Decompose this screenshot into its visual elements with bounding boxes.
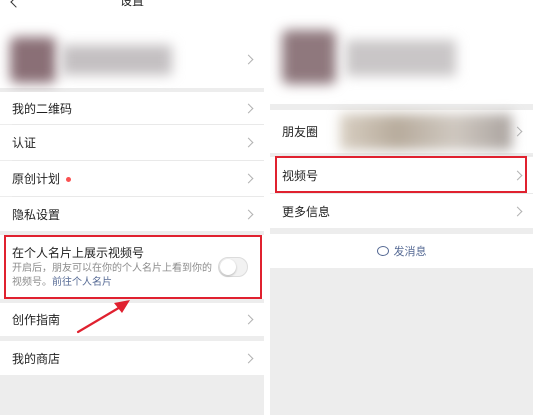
menu-item-label: 创作指南	[12, 313, 61, 327]
left-settings-panel: 设置 我的二维码 认证 原创计划 隐私设置 在个人名片上展示视频号 开启后，朋友…	[0, 0, 264, 415]
send-message-button[interactable]: 发消息	[270, 234, 533, 268]
menu-item-my-store[interactable]: 我的商店	[0, 341, 264, 375]
avatar	[10, 37, 56, 83]
profile-name-blurred	[346, 40, 456, 76]
notification-dot-icon	[66, 177, 72, 182]
right-profile-panel: 朋友圈 视频号 更多信息 发消息	[270, 0, 533, 415]
highlight-box-show-on-card	[4, 235, 262, 299]
menu-item-label: 我的商店	[12, 351, 61, 366]
moments-thumbnails-blurred	[340, 114, 512, 150]
profile-header	[270, 0, 533, 104]
chevron-right-icon	[243, 137, 254, 148]
chevron-right-icon	[243, 314, 254, 325]
chevron-right-icon	[243, 353, 254, 363]
message-bubble-icon	[376, 246, 389, 256]
menu-item-original-plan[interactable]: 原创计划	[0, 161, 264, 196]
arrow-annotation-icon	[76, 300, 130, 334]
moments-row[interactable]: 朋友圈	[270, 110, 533, 153]
chevron-right-icon	[512, 126, 523, 137]
profile-name-blurred	[62, 45, 172, 75]
left-header: 设置	[0, 0, 264, 31]
avatar	[282, 30, 336, 84]
chevron-right-icon	[512, 206, 523, 216]
back-icon[interactable]	[10, 0, 22, 8]
header-title: 设置	[120, 0, 145, 8]
send-message-label: 发消息	[393, 245, 427, 258]
menu-item-label: 我的二维码	[12, 101, 73, 116]
menu-item-label: 认证	[12, 136, 37, 150]
more-info-row[interactable]: 更多信息	[270, 194, 533, 228]
chevron-right-icon	[243, 173, 254, 184]
menu-item-qrcode[interactable]: 我的二维码	[0, 92, 264, 124]
moments-label: 朋友圈	[282, 125, 319, 139]
menu-item-label: 隐私设置	[12, 207, 61, 222]
chevron-right-icon	[243, 54, 254, 65]
menu-item-label: 原创计划	[12, 170, 72, 187]
profile-row[interactable]	[0, 31, 264, 88]
chevron-right-icon	[243, 209, 254, 219]
more-info-label: 更多信息	[282, 204, 331, 219]
menu-item-privacy[interactable]: 隐私设置	[0, 197, 264, 231]
menu-item-verification[interactable]: 认证	[0, 125, 264, 160]
chevron-right-icon	[243, 103, 254, 113]
highlight-box-channels	[275, 156, 527, 193]
